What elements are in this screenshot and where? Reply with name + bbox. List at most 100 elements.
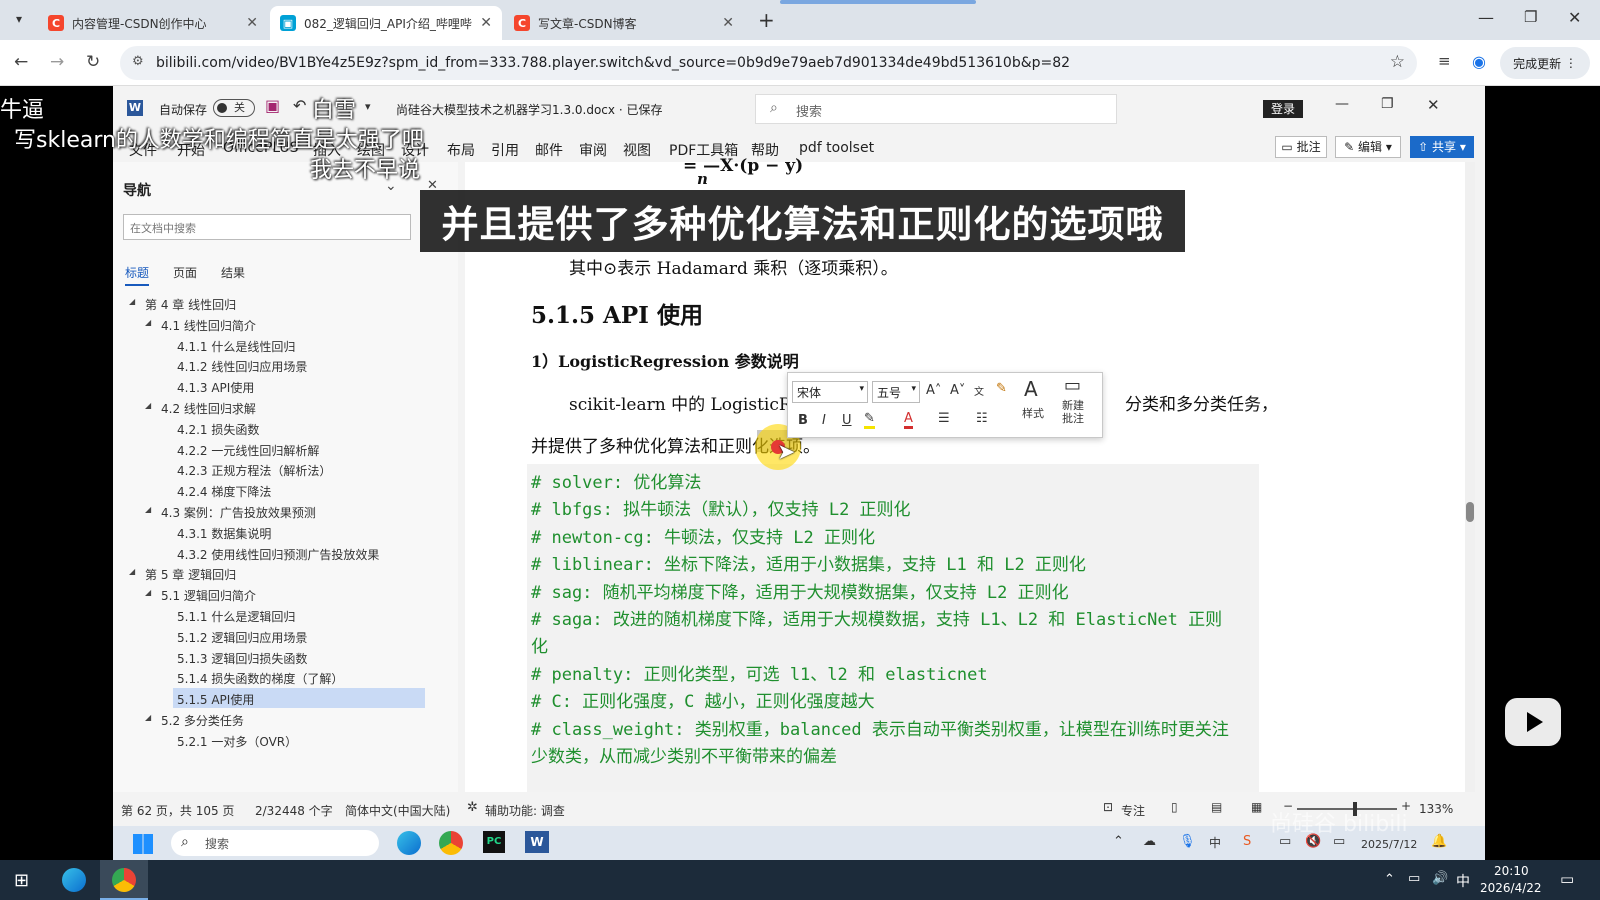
word-search-input[interactable]: ⌕ 搜索 (755, 94, 1117, 124)
minimize-icon[interactable]: — (1478, 8, 1494, 27)
close-icon[interactable]: ✕ (722, 15, 734, 31)
read-mode-icon[interactable]: ▯ (1171, 800, 1178, 814)
taskbar-search-input[interactable]: ⌕ 搜索 (171, 830, 379, 856)
chrome-taskbar-button[interactable] (100, 860, 148, 900)
nav-heading-item[interactable]: 4.2.3 正规方程法（解析法） (177, 462, 331, 479)
new-tab-button[interactable]: + (758, 8, 775, 32)
word-close-icon[interactable]: ✕ (1427, 96, 1440, 114)
menu-references[interactable]: 引用 (491, 140, 519, 160)
word-restore-icon[interactable]: ❐ (1381, 96, 1394, 112)
nav-search-input[interactable]: 在文档中搜索 (123, 214, 411, 240)
nav-heading-item[interactable]: 5.1.1 什么是逻辑回归 (177, 608, 295, 625)
nav-heading-item[interactable]: 第 4 章 线性回归 (145, 296, 236, 313)
expand-triangle-icon[interactable]: ◢ (145, 401, 151, 410)
profile-icon[interactable]: ◉ (1472, 52, 1486, 71)
nav-heading-item[interactable]: 5.1.5 API使用 (177, 691, 254, 708)
grow-font-icon[interactable]: A˄ (926, 383, 941, 398)
windows-start-icon[interactable]: ⊞ (14, 870, 29, 891)
tray-notification-icon[interactable]: 🔔 (1431, 834, 1447, 849)
zoom-level[interactable]: 133% (1419, 802, 1453, 816)
tab-search-button[interactable]: ▾ (8, 8, 30, 30)
menu-view[interactable]: 视图 (623, 140, 651, 160)
reload-icon[interactable]: ↻ (86, 52, 100, 72)
bookmark-star-icon[interactable]: ☆ (1390, 52, 1405, 72)
nav-tab-results[interactable]: 结果 (221, 264, 245, 281)
restore-icon[interactable]: ❐ (1524, 8, 1537, 26)
nav-heading-item[interactable]: 5.1.4 损失函数的梯度（了解） (177, 670, 343, 687)
document-title[interactable]: 尚硅谷大模型技术之机器学习1.3.0.docx · 已保存 (396, 101, 662, 118)
close-window-icon[interactable]: ✕ (1568, 8, 1581, 27)
edit-button[interactable]: ✎ 编辑 ▾ (1335, 136, 1401, 158)
share-button[interactable]: ⇧ 共享 ▾ (1410, 136, 1474, 158)
nav-tab-pages[interactable]: 页面 (173, 264, 197, 281)
tray-volume-icon[interactable]: 🔊 (1432, 871, 1448, 886)
back-arrow-icon[interactable]: ← (14, 52, 28, 72)
bilibili-tv-icon[interactable] (1505, 698, 1561, 746)
nav-heading-item[interactable]: 4.3 案例：广告投放效果预测 (161, 504, 316, 521)
ime-indicator[interactable]: 中 (1456, 871, 1470, 891)
nav-heading-item[interactable]: 5.1 逻辑回归简介 (161, 587, 256, 604)
tray-mic-icon[interactable]: 🎙 (1179, 834, 1196, 849)
tab-bilibili-video[interactable]: ▣ 082_逻辑回归_API介绍_哔哩哔 ✕ (270, 6, 502, 40)
site-info-icon[interactable]: ⚙ (132, 54, 144, 69)
bullets-icon[interactable]: ☰ (938, 411, 950, 426)
italic-icon[interactable]: I (822, 413, 826, 428)
new-comment-label[interactable]: 新建批注 (1062, 399, 1090, 425)
format-painter-icon[interactable]: ✎ (996, 381, 1007, 396)
nav-heading-item[interactable]: 5.1.2 逻辑回归应用场景 (177, 629, 307, 646)
shrink-font-icon[interactable]: A˅ (950, 383, 965, 398)
tray-chevron-icon[interactable]: ⌃ (1384, 872, 1395, 887)
undo-icon[interactable]: ↶ (293, 96, 306, 115)
font-color-icon[interactable]: A (904, 411, 913, 429)
bold-icon[interactable]: B (798, 413, 808, 428)
login-button[interactable]: 登录 (1263, 100, 1303, 118)
tab-csdn-write[interactable]: C 写文章-CSDN博客 ✕ (504, 6, 744, 40)
word-taskbar-icon[interactable]: W (525, 831, 549, 853)
close-icon[interactable]: ✕ (480, 15, 492, 31)
page-count[interactable]: 第 62 页，共 105 页 (121, 802, 234, 819)
nav-heading-item[interactable]: 4.2.2 一元线性回归解析解 (177, 442, 319, 459)
nav-heading-item[interactable]: 4.3.1 数据集说明 (177, 525, 271, 542)
tray-network-icon[interactable]: ☁ (1143, 834, 1156, 849)
menu-pdf-toolset[interactable]: pdf toolset (799, 140, 874, 156)
focus-button[interactable]: 专注 (1121, 802, 1145, 819)
windows-start-icon[interactable] (133, 834, 153, 854)
numbering-icon[interactable]: ☷ (976, 411, 988, 426)
nav-heading-item[interactable]: 4.2.1 损失函数 (177, 421, 259, 438)
accessibility-status[interactable]: 辅助功能: 调查 (485, 802, 565, 819)
nav-heading-item[interactable]: 4.1 线性回归简介 (161, 317, 256, 334)
tray-chevron-icon[interactable]: ⌃ (1113, 834, 1124, 849)
finish-update-button[interactable]: 完成更新 ⋮ (1500, 47, 1590, 79)
pycharm-icon[interactable]: PC (483, 831, 505, 853)
expand-triangle-icon[interactable]: ◢ (145, 505, 151, 514)
comment-button[interactable]: ▭ 批注 (1275, 136, 1327, 158)
nav-heading-item[interactable]: 4.2.4 梯度下降法 (177, 483, 271, 500)
nav-heading-item[interactable]: 4.1.3 API使用 (177, 379, 254, 396)
expand-triangle-icon[interactable]: ◢ (129, 567, 135, 576)
customize-icon[interactable]: ▾ (365, 100, 371, 113)
word-count[interactable]: 2/32448 个字 (255, 802, 333, 819)
nav-heading-item[interactable]: 5.1.3 逻辑回归损失函数 (177, 650, 307, 667)
media-control-icon[interactable]: ≡ (1438, 52, 1451, 70)
highlight-icon[interactable]: ✎ (864, 411, 875, 429)
save-icon[interactable]: ▣ (265, 96, 280, 115)
nav-heading-item[interactable]: 4.2 线性回归求解 (161, 400, 256, 417)
font-size-select[interactable]: 五号 ▾ (872, 381, 920, 403)
print-layout-icon[interactable]: ▤ (1211, 800, 1222, 814)
menu-mailings[interactable]: 邮件 (535, 140, 563, 160)
nav-heading-item[interactable]: 4.3.2 使用线性回归预测广告投放效果 (177, 546, 379, 563)
phonetic-icon[interactable]: 文 (974, 383, 984, 398)
font-select[interactable]: 宋体 ▾ (792, 381, 868, 403)
url-input[interactable]: ⚙ bilibili.com/video/BV1BYe4z5E9z?spm_id… (120, 46, 1417, 80)
language-status[interactable]: 简体中文(中国大陆) (345, 802, 450, 819)
close-icon[interactable]: ✕ (246, 15, 258, 31)
vertical-scroll-thumb[interactable] (1466, 502, 1474, 522)
underline-icon[interactable]: U (842, 413, 852, 428)
notification-icon[interactable]: ▭ (1560, 870, 1574, 888)
expand-triangle-icon[interactable]: ◢ (145, 713, 151, 722)
expand-triangle-icon[interactable]: ◢ (145, 318, 151, 327)
nav-heading-item[interactable]: 5.2 多分类任务 (161, 712, 244, 729)
nav-heading-item[interactable]: 第 5 章 逻辑回归 (145, 566, 236, 583)
nav-heading-item[interactable]: 5.2.1 一对多（OVR） (177, 733, 297, 750)
new-comment-icon[interactable]: ▭ (1064, 375, 1081, 396)
